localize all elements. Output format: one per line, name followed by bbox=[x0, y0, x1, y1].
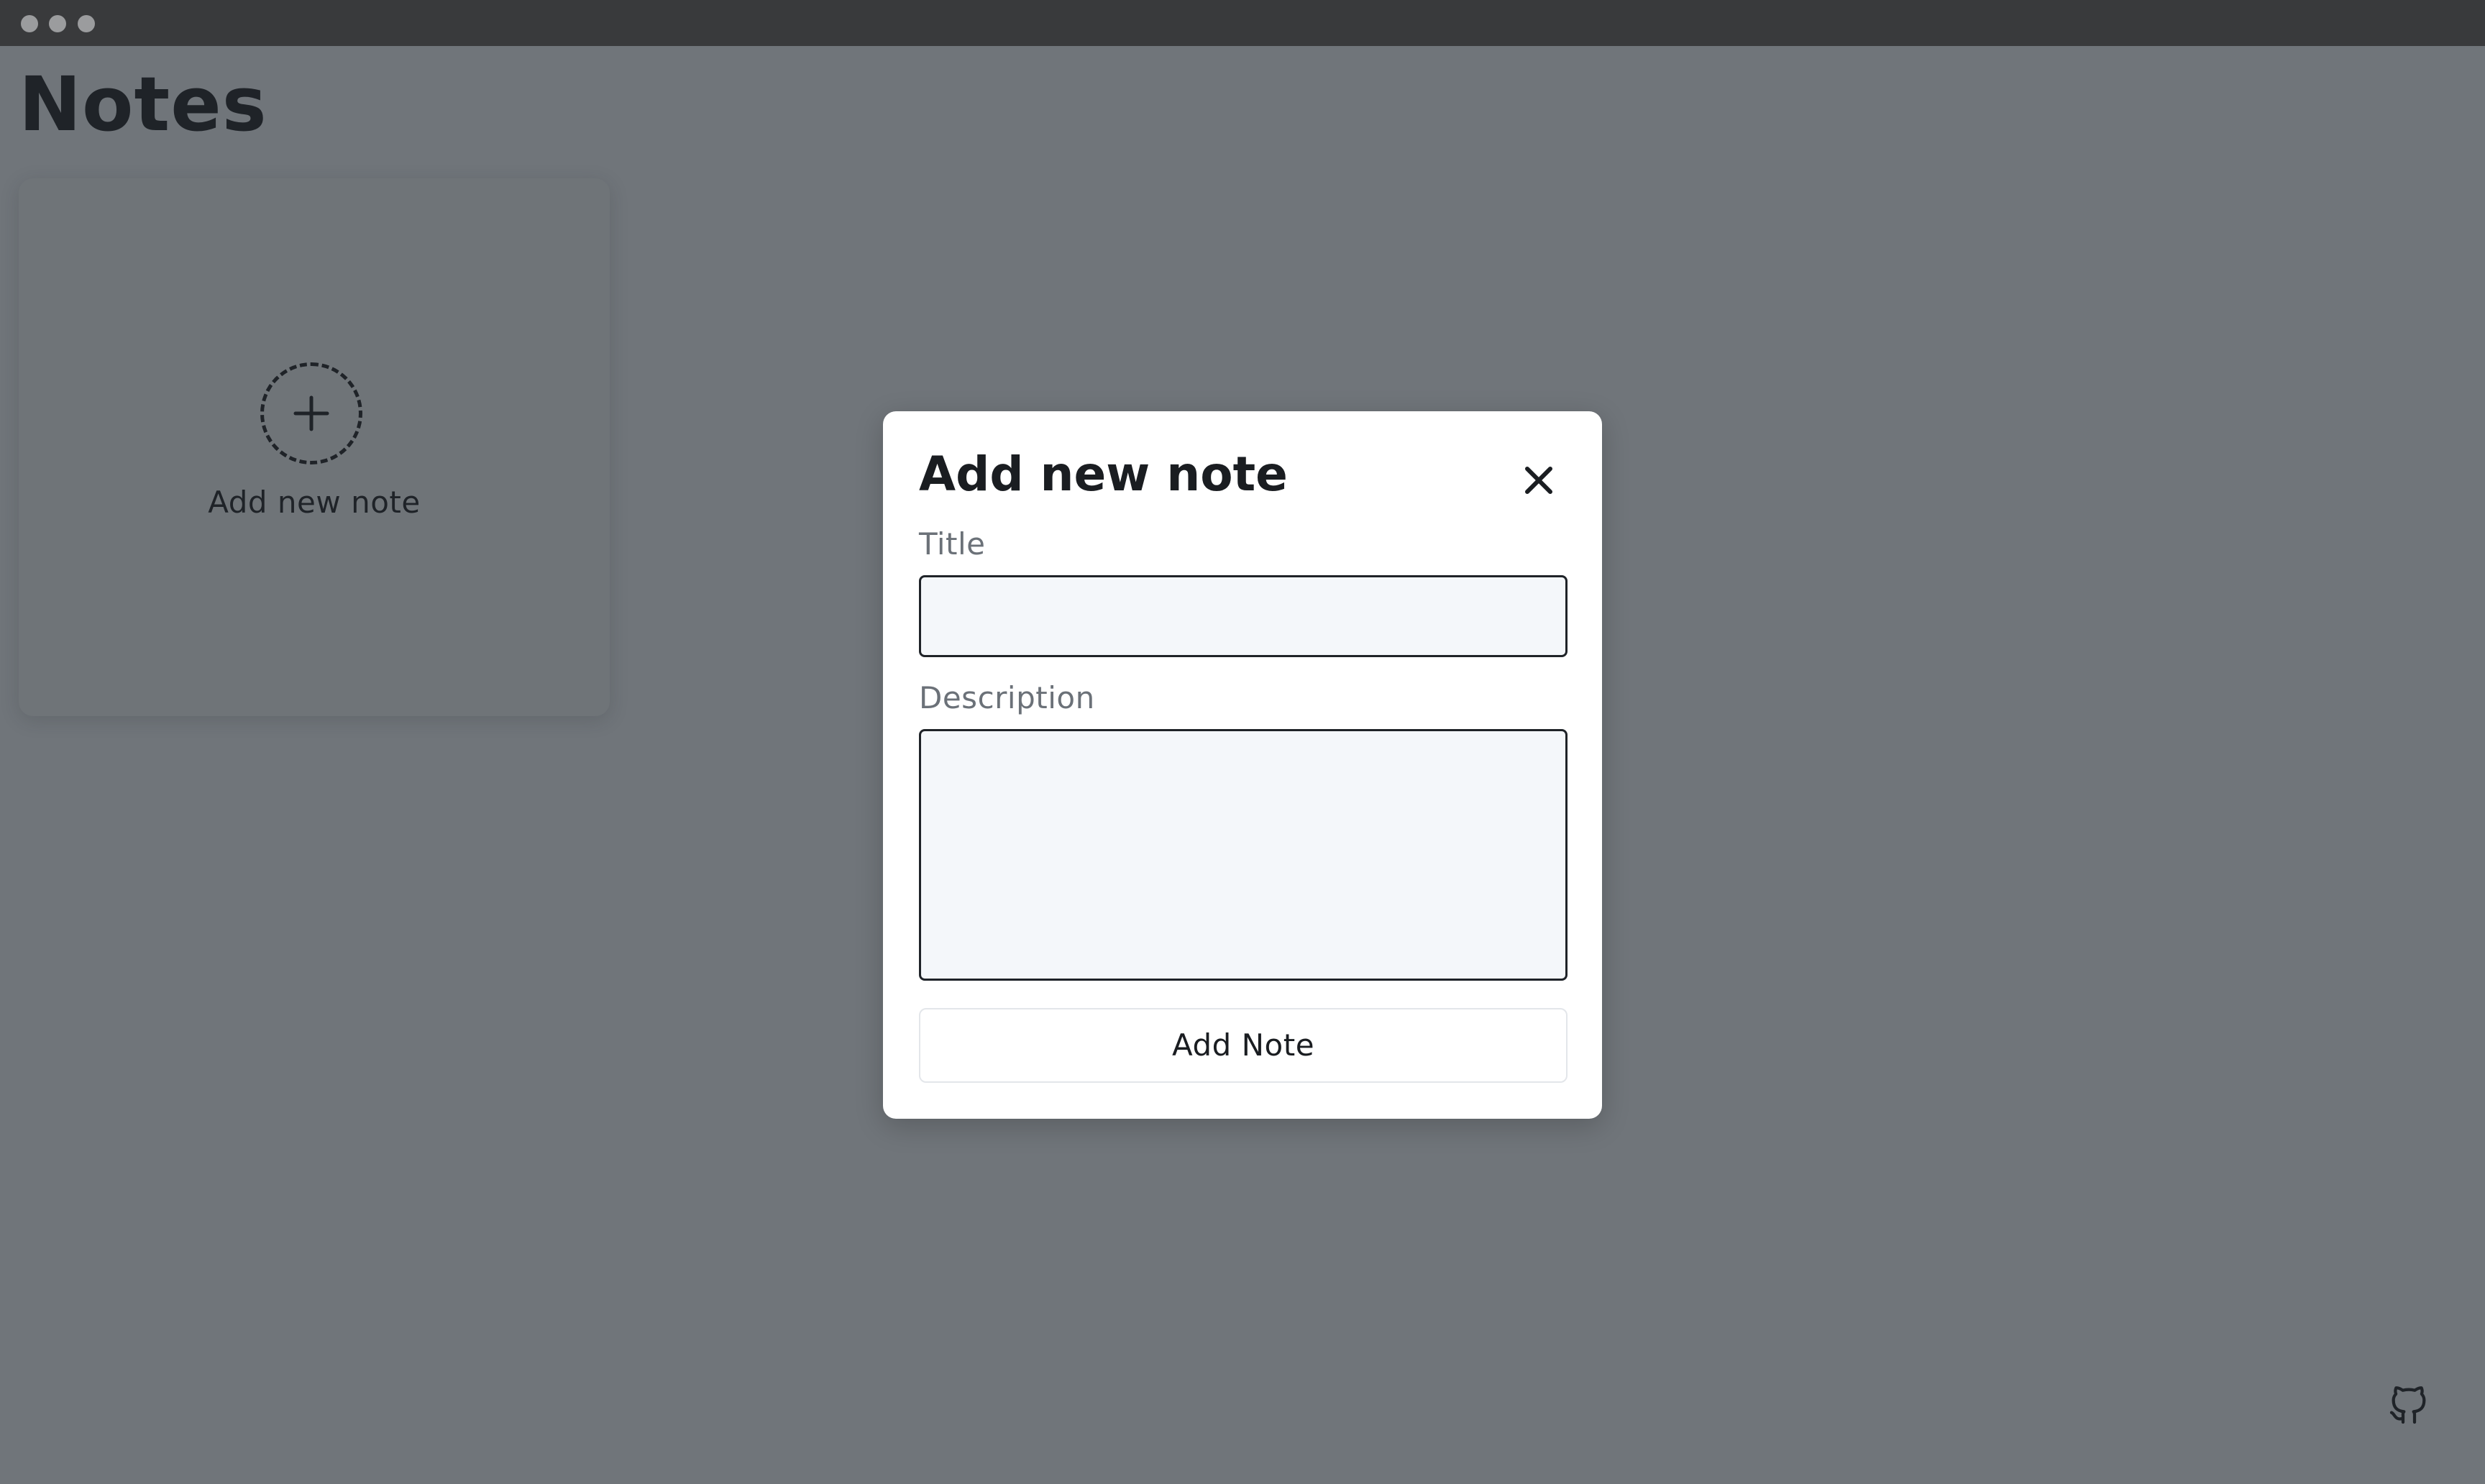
close-icon[interactable] bbox=[1510, 452, 1568, 509]
modal-title: Add new note bbox=[919, 446, 1288, 502]
page-title: Notes bbox=[19, 60, 267, 148]
description-input[interactable] bbox=[919, 729, 1568, 981]
add-note-card[interactable]: Add new note bbox=[19, 178, 610, 716]
add-note-button[interactable]: Add Note bbox=[919, 1008, 1568, 1083]
window-maximize-dot[interactable] bbox=[78, 15, 95, 32]
add-note-modal: Add new note Title Description Add Note bbox=[883, 411, 1602, 1119]
app-window: Notes Add new note Add new note Title De… bbox=[0, 0, 2485, 1484]
plus-icon bbox=[260, 362, 362, 464]
title-input[interactable] bbox=[919, 575, 1568, 657]
github-icon[interactable] bbox=[2386, 1382, 2432, 1428]
description-field-label: Description bbox=[919, 680, 1095, 715]
title-field-label: Title bbox=[919, 526, 986, 562]
add-note-card-label: Add new note bbox=[208, 485, 421, 520]
window-close-dot[interactable] bbox=[21, 15, 38, 32]
window-titlebar bbox=[0, 0, 2485, 46]
window-minimize-dot[interactable] bbox=[49, 15, 66, 32]
